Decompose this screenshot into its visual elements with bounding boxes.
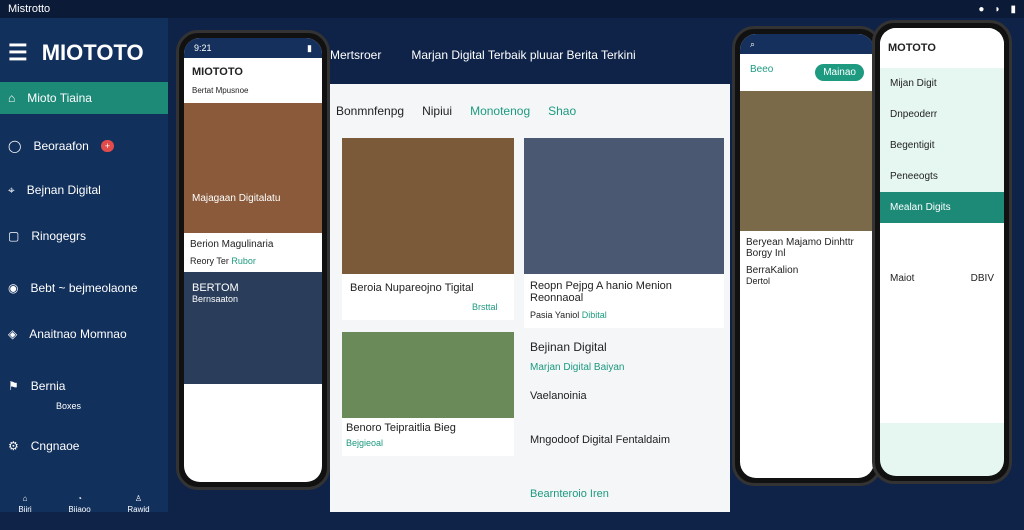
list-item[interactable]: Vaelanoinia bbox=[530, 390, 587, 402]
phone-time: 9:21 bbox=[194, 43, 212, 53]
bottom-nav: ⌂ Biiri ◔ Biiaoo ♙ Rawid bbox=[0, 494, 168, 530]
bottom-nav-clock[interactable]: ◔ Biiaoo bbox=[68, 494, 90, 530]
brand-logo[interactable]: ☰ MIOTOTO bbox=[8, 40, 144, 66]
article-card[interactable]: Beroia Nupareojno Tigital Brsttal bbox=[342, 138, 514, 320]
home-icon: ⌂ bbox=[8, 91, 16, 105]
bottom-nav-home[interactable]: ⌂ Biiri bbox=[18, 494, 31, 530]
article-title: Beroia Nupareojno Tigital bbox=[350, 282, 474, 294]
article-card[interactable]: BERTOM Bernsaaton bbox=[184, 272, 322, 384]
sidebar-item-home[interactable]: ⌂ Mioto Tiaina bbox=[0, 82, 168, 114]
signal-icon: ▮ bbox=[307, 43, 312, 53]
article-meta: Pasia Yaniol bbox=[530, 310, 580, 320]
right-phone-2: MOTOTO Mijan Digit Dnpeoderr Begentigit … bbox=[872, 20, 1012, 484]
user-icon: ◯ bbox=[8, 139, 22, 153]
article-title: Beryean Majamo Dinhttr Borgy Inl bbox=[746, 237, 854, 259]
pin-icon: ⌖ bbox=[8, 182, 15, 197]
menu-item[interactable]: Peneeogts bbox=[880, 161, 1004, 192]
article-image bbox=[342, 332, 514, 418]
profile-name: MIOTOTO bbox=[192, 66, 243, 78]
tag-icon: ◈ bbox=[8, 327, 18, 341]
article-title: Reopn Pejpg A hanio Menion Reonnaoal bbox=[530, 280, 672, 304]
home-icon: ⌂ bbox=[22, 494, 28, 503]
tab-bar: Bonmnfenpg Nipiui Monotenog Shao bbox=[336, 104, 576, 118]
list-item[interactable]: Bearnteroio Iren bbox=[530, 488, 609, 500]
profile-icon: ♙ bbox=[134, 494, 143, 503]
list-item[interactable]: Mngodoof Digital Fentaldaim bbox=[530, 434, 670, 446]
article-tag: Brsttal bbox=[472, 302, 498, 312]
menu-icon[interactable]: ☰ bbox=[8, 40, 28, 66]
battery-icon: ▮ bbox=[1010, 3, 1016, 15]
sidebar-item-cngnaoe[interactable]: ⚙ Cngnaoe bbox=[0, 430, 168, 462]
tab-nipiui[interactable]: Nipiui bbox=[422, 104, 452, 118]
article-tag: Rubor bbox=[231, 256, 256, 266]
clock-icon: ◔ bbox=[77, 494, 82, 503]
profile-sub: Bertat Mpusnoe bbox=[192, 86, 249, 95]
search-icon[interactable]: ⌕ bbox=[750, 39, 755, 49]
profile-name: MOTOTO bbox=[880, 28, 1004, 68]
sidebar-item-digital[interactable]: ⌖ Bejnan Digital bbox=[0, 174, 168, 206]
section-tag: Marjan Digital Baiyan bbox=[530, 362, 625, 373]
app-title: Mistrotto bbox=[8, 3, 51, 15]
menu-item[interactable]: Begentigit bbox=[880, 130, 1004, 161]
sidebar-item-beoraafon[interactable]: ◯ Beoraafon + bbox=[0, 130, 168, 162]
sidebar-item-bebt[interactable]: ◉ Bebt ~ bejmeolaone bbox=[0, 272, 168, 304]
sidebar-item-boxes[interactable]: Boxes bbox=[0, 390, 168, 422]
article-meta: Reory Ter bbox=[190, 256, 229, 266]
menu-item[interactable]: Mijan Digit bbox=[880, 68, 1004, 99]
article-card[interactable]: Benoro Teipraitlia Bieg Bejgieoal bbox=[342, 332, 514, 456]
article-tag: Dibital bbox=[581, 310, 607, 320]
right-phone-1: ⌕ Beeo Mainao Beryean Majamo Dinhttr Borg… bbox=[732, 26, 882, 486]
article-title: Benoro Teipraitlia Bieg bbox=[346, 422, 456, 434]
article-sub: BerraKalion bbox=[746, 265, 799, 276]
left-phone: 9:21 ▮ MIOTOTO Bertat Mpusnoe Majagaan Di… bbox=[176, 30, 330, 490]
article-image bbox=[740, 91, 874, 231]
tab-shao[interactable]: Shao bbox=[548, 104, 576, 118]
gear-icon: ⚙ bbox=[8, 439, 19, 453]
sidebar-item-rinogegrs[interactable]: ▢ Rinogegrs bbox=[0, 220, 168, 252]
sidebar-item-anaitnao[interactable]: ◈ Anaitnao Momnao bbox=[0, 318, 168, 350]
menu-item[interactable]: Dnpeoderr bbox=[880, 99, 1004, 130]
avatar-icon: ◉ bbox=[8, 281, 19, 295]
wifi-icon: ◗ bbox=[994, 3, 1001, 15]
section-label: Beeo bbox=[750, 64, 774, 75]
system-status-bar: Mistrotto ● ◗ ▮ bbox=[0, 0, 1024, 18]
content-area: Bonmnfenpg Nipiui Monotenog Shao Beroia … bbox=[330, 84, 730, 512]
featured-card[interactable]: Majagaan Digitalatu bbox=[184, 103, 322, 233]
page-subtitle: Mertsroer bbox=[330, 48, 382, 62]
status-icons: ● ◗ ▮ bbox=[978, 4, 1016, 15]
article-meta: Bejgieoal bbox=[346, 438, 384, 448]
article-meta: Dertol bbox=[746, 276, 771, 286]
menu-item-active[interactable]: Mealan Digits bbox=[880, 192, 1004, 223]
article-title: Berion Magulinaria bbox=[190, 239, 274, 250]
page-title: Marjan Digital Terbaik pluuar Berita Ter… bbox=[411, 48, 636, 62]
tab-monotenog[interactable]: Monotenog bbox=[470, 104, 530, 118]
featured-title: Majagaan Digitalatu bbox=[192, 193, 281, 204]
primary-button[interactable]: Mainao bbox=[815, 64, 864, 81]
sidebar: ☰ MIOTOTO ⌂ Mioto Tiaina ◯ Beoraafon + ⌖ Bejn… bbox=[0, 18, 168, 514]
article-image bbox=[524, 138, 724, 274]
section-title: Bejinan Digital bbox=[530, 340, 607, 354]
tab-bonmnfenpg[interactable]: Bonmnfenpg bbox=[336, 104, 404, 118]
article-card[interactable]: Reopn Pejpg A hanio Menion Reonnaoal Pas… bbox=[524, 138, 724, 328]
box-icon: ▢ bbox=[8, 229, 20, 243]
record-icon: ● bbox=[978, 3, 985, 15]
article-image bbox=[342, 138, 514, 274]
bottom-nav-profile[interactable]: ♙ Rawid bbox=[127, 494, 149, 530]
